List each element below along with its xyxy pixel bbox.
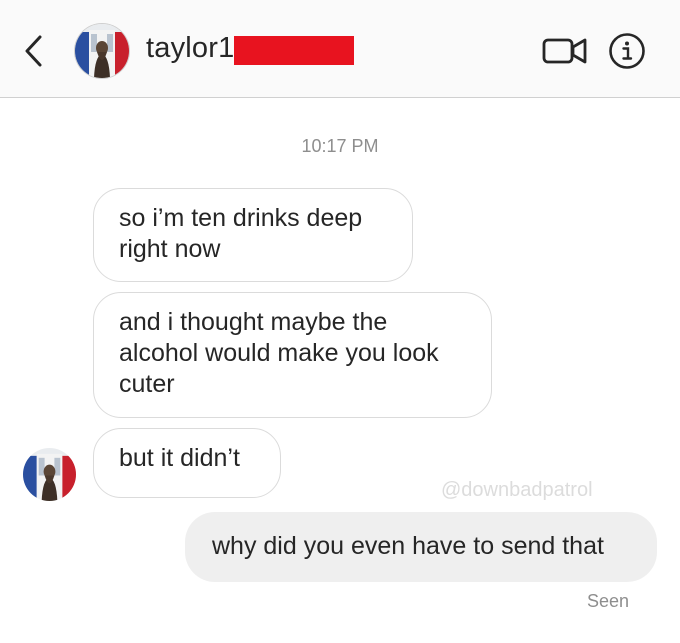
seen-status: Seen	[587, 591, 630, 611]
message-timestamp: 10:17 PM	[301, 136, 379, 156]
incoming-message[interactable]: so i’m ten drinks deep right now	[93, 188, 413, 282]
outgoing-message[interactable]: why did you even have to send that	[185, 512, 657, 582]
redaction-bar	[234, 36, 354, 65]
incoming-message[interactable]: but it didn’t	[93, 428, 281, 498]
chat-header: taylor1	[0, 0, 680, 98]
incoming-message[interactable]: and i thought maybe the alcohol would ma…	[93, 292, 492, 418]
chevron-left-icon[interactable]	[22, 34, 48, 68]
info-icon[interactable]	[608, 32, 646, 70]
profile-avatar-icon[interactable]	[75, 24, 129, 78]
watermark-text: @downbadpatrol	[441, 479, 593, 501]
sender-avatar-icon[interactable]	[23, 448, 76, 501]
video-camera-icon[interactable]	[542, 35, 588, 67]
chat-username[interactable]: taylor1	[146, 32, 234, 65]
